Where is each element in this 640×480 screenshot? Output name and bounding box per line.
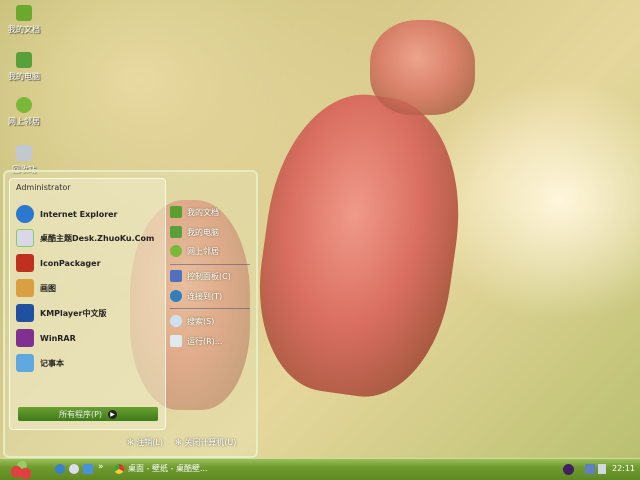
winrar-icon	[16, 329, 34, 347]
program-winrar[interactable]: WinRAR	[16, 327, 76, 349]
program-label: WinRAR	[40, 333, 76, 343]
programs-pane: Administrator Internet Explorer 桌酷主题Desk…	[9, 178, 166, 430]
program-iconpackager[interactable]: IconPackager	[16, 252, 101, 274]
computer-icon	[16, 52, 32, 68]
start-menu: Administrator Internet Explorer 桌酷主题Desk…	[3, 170, 258, 458]
wallpaper-pinecone-small	[370, 20, 475, 115]
desktop-icon-network[interactable]: 网上邻居	[4, 97, 44, 127]
shutdown-label: 关闭计算机(U)	[184, 438, 237, 447]
program-internet-explorer[interactable]: Internet Explorer	[16, 203, 118, 225]
kmplayer-icon	[16, 304, 34, 322]
quicklaunch-ie2-icon[interactable]	[83, 464, 93, 474]
zhuoku-icon	[16, 229, 34, 247]
program-notepad[interactable]: 记事本	[16, 352, 64, 374]
separator	[170, 308, 250, 309]
menu-network[interactable]: 网上邻居	[170, 243, 219, 259]
menu-label: 我的文档	[187, 207, 219, 217]
menu-connect-to[interactable]: 连接到(T)	[170, 288, 222, 304]
program-zhuoku[interactable]: 桌酷主题Desk.ZhuoKu.Com	[16, 227, 154, 249]
all-programs-button[interactable]: 所有程序(P) ▶	[18, 407, 158, 421]
computer-icon	[170, 226, 182, 238]
program-paint[interactable]: 画图	[16, 277, 56, 299]
menu-run[interactable]: 运行(R)...	[170, 333, 222, 349]
menu-label: 运行(R)...	[187, 336, 223, 346]
desktop-icon-label: 网上邻居	[8, 117, 40, 126]
search-icon	[170, 315, 182, 327]
taskbar: » 桌面 - 壁纸 - 桌酷壁... 22:11	[0, 458, 640, 480]
iconpackager-icon	[16, 254, 34, 272]
program-label: KMPlayer中文版	[40, 308, 107, 318]
menu-label: 连接到(T)	[187, 291, 223, 301]
program-label: 桌酷主题Desk.ZhuoKu.Com	[40, 233, 155, 243]
ie-icon	[16, 205, 34, 223]
quicklaunch-browser-icon[interactable]	[69, 464, 79, 474]
program-kmplayer[interactable]: KMPlayer中文版	[16, 302, 107, 324]
program-label: 记事本	[40, 358, 64, 368]
program-label: 画图	[40, 283, 56, 293]
program-label: IconPackager	[40, 258, 101, 268]
desktop-icon-label: 我的电脑	[8, 72, 40, 81]
logoff-label: 注销(L)	[136, 438, 163, 447]
separator	[170, 264, 250, 265]
menu-control-panel[interactable]: 控制面板(C)	[170, 268, 231, 284]
control-panel-icon	[170, 270, 182, 282]
desktop-icon-my-documents[interactable]: 我的文档	[4, 5, 44, 35]
shutdown-icon: ✻	[175, 438, 185, 447]
task-label: 桌面 - 壁纸 - 桌酷壁...	[128, 464, 208, 473]
logoff-icon: ✻	[127, 438, 137, 447]
folder-icon	[16, 5, 32, 21]
quicklaunch-more-button[interactable]: »	[98, 462, 104, 472]
menu-label: 网上邻居	[187, 246, 219, 256]
shutdown-button[interactable]: ✻ 关闭计算机(U)	[175, 437, 236, 448]
arrow-right-icon: ▶	[108, 409, 118, 419]
menu-my-computer[interactable]: 我的电脑	[170, 224, 219, 240]
desktop-icon-my-computer[interactable]: 我的电脑	[4, 52, 44, 82]
wallpaper-pinecone	[245, 83, 475, 407]
tray-volume-icon[interactable]	[598, 464, 606, 474]
desktop-icon-label: 我的文档	[8, 25, 40, 34]
recycle-bin-icon	[16, 145, 32, 161]
logoff-button[interactable]: ✻ 注销(L)	[127, 437, 163, 448]
menu-label: 控制面板(C)	[187, 271, 231, 281]
network-icon	[16, 97, 32, 113]
quicklaunch-ie-icon[interactable]	[55, 464, 65, 474]
all-programs-label: 所有程序(P)	[58, 409, 103, 419]
paint-icon	[16, 279, 34, 297]
tray-network-icon[interactable]	[585, 464, 595, 474]
program-label: Internet Explorer	[40, 209, 118, 219]
menu-search[interactable]: 搜索(S)	[170, 313, 214, 329]
chrome-icon	[114, 463, 124, 474]
clock: 22:11	[612, 464, 636, 473]
notepad-icon	[16, 354, 34, 372]
start-button[interactable]	[10, 461, 32, 479]
network-icon	[170, 245, 182, 257]
run-icon	[170, 335, 182, 347]
menu-label: 我的电脑	[187, 227, 219, 237]
user-name: Administrator	[16, 183, 71, 192]
menu-label: 搜索(S)	[187, 316, 215, 326]
folder-icon	[170, 206, 182, 218]
menu-my-documents[interactable]: 我的文档	[170, 204, 219, 220]
task-button-browser[interactable]: 桌面 - 壁纸 - 桌酷壁...	[114, 463, 208, 474]
tray-app-icon[interactable]	[563, 464, 574, 475]
connect-icon	[170, 290, 182, 302]
